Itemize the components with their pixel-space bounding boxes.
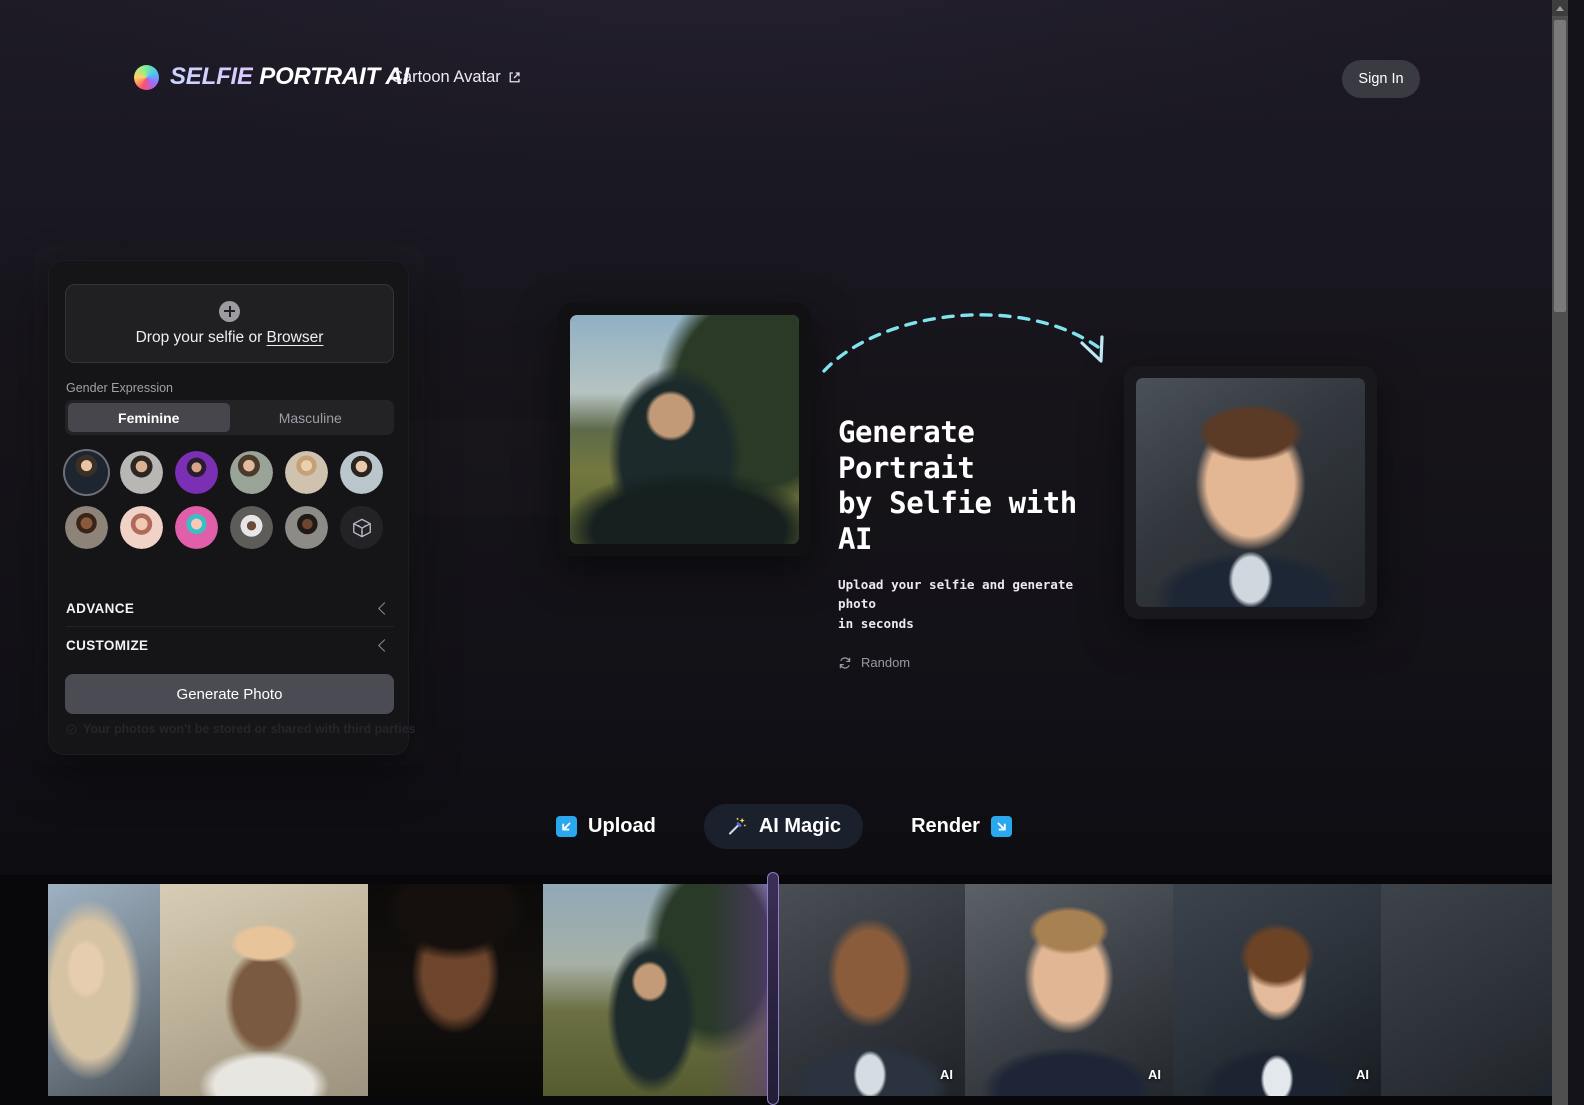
filmstrip-item-ai-man-edge[interactable]	[1381, 884, 1568, 1096]
style-avatar-grid	[65, 451, 395, 561]
random-button[interactable]: Random	[838, 655, 1113, 670]
brand-word-selfie: SELFIE	[170, 63, 253, 90]
tab-render-label: Render	[911, 814, 980, 837]
filmstrip-item-hooded-man-field[interactable]	[543, 884, 775, 1096]
mode-tab-bar: Upload AI Magic Render	[0, 803, 1568, 849]
nav-link-cartoon-avatar[interactable]: Cartoon Avatar	[391, 68, 521, 87]
style-avatar-corporate-headshot-man[interactable]	[65, 451, 108, 494]
before-after-slider-handle[interactable]	[767, 872, 779, 1105]
dice-cube-icon	[352, 518, 371, 537]
page-root: SELFIE PORTRAIT AI Cartoon Avatar Sign I…	[0, 0, 1568, 1105]
brand-logo[interactable]: SELFIE PORTRAIT AI	[134, 63, 409, 91]
style-avatar-astronaut-man[interactable]	[230, 506, 273, 549]
tab-upload[interactable]: Upload	[534, 804, 678, 849]
accordion-customize-label: CUSTOMIZE	[66, 637, 149, 653]
filmstrip-track: AI AI AI	[48, 884, 1568, 1096]
check-circle-icon	[66, 723, 77, 735]
privacy-note-text: Your photos won't be stored or shared wi…	[83, 722, 416, 736]
before-after-filmstrip[interactable]: AI AI AI	[0, 875, 1568, 1105]
flow-arrow-icon	[822, 313, 1104, 373]
nav-link-label: Cartoon Avatar	[391, 68, 501, 86]
gender-option-masculine[interactable]: Masculine	[230, 403, 392, 432]
accordion-advance[interactable]: ADVANCE	[66, 591, 394, 627]
external-link-icon	[509, 72, 520, 83]
result-portrait-card[interactable]	[1124, 366, 1377, 619]
scrollbar-thumb[interactable]	[1554, 20, 1566, 312]
gender-expression-toggle[interactable]: Feminine Masculine	[65, 400, 394, 435]
generate-photo-button[interactable]: Generate Photo	[65, 674, 394, 714]
ai-badge: AI	[1148, 1067, 1161, 1082]
tab-render[interactable]: Render	[889, 804, 1034, 849]
style-avatar-grey-studio-man[interactable]	[120, 451, 163, 494]
dropzone-label: Drop your selfie or Browser	[136, 329, 324, 347]
accordion-customize[interactable]: CUSTOMIZE	[66, 627, 394, 663]
filmstrip-item-ai-man-navy-suit[interactable]: AI	[775, 884, 965, 1096]
page-scrollbar[interactable]	[1552, 0, 1568, 1105]
gender-option-feminine[interactable]: Feminine	[68, 403, 230, 432]
style-avatar-lab-coat-woman[interactable]	[285, 451, 328, 494]
tab-ai-magic-label: AI Magic	[758, 814, 842, 837]
accordion-advance-label: ADVANCE	[66, 601, 135, 616]
filmstrip-item-blonde-woman-city[interactable]	[48, 884, 160, 1096]
brand-wordmark: SELFIE PORTRAIT AI	[170, 63, 409, 91]
tab-upload-label: Upload	[588, 814, 656, 837]
privacy-note: Your photos won't be stored or shared wi…	[66, 722, 416, 736]
filmstrip-item-ai-woman-blazer[interactable]: AI	[1173, 884, 1381, 1096]
plus-icon	[219, 300, 240, 322]
upload-dropzone[interactable]: Drop your selfie or Browser	[65, 284, 394, 363]
result-portrait-image	[1136, 378, 1365, 607]
style-avatar-street-style-woman[interactable]	[285, 506, 328, 549]
dropzone-text: Drop your selfie or	[135, 328, 267, 346]
generator-panel: Drop your selfie or Browser Gender Expre…	[48, 260, 416, 755]
brand-gradient-icon	[134, 64, 159, 90]
style-row	[65, 506, 395, 549]
ai-badge: AI	[1356, 1067, 1369, 1082]
style-avatar-pastel-portrait-woman[interactable]	[120, 506, 163, 549]
scroll-up-arrow-icon[interactable]	[1552, 0, 1568, 16]
ai-badge: AI	[940, 1067, 953, 1082]
hero-copy: Generate Portrait by Selfie with AI Uplo…	[838, 415, 1113, 670]
style-row	[65, 451, 395, 494]
tab-ai-magic[interactable]: AI Magic	[703, 803, 864, 849]
style-avatar-athlete-man[interactable]	[65, 506, 108, 549]
random-label: Random	[861, 655, 911, 671]
chevron-left-icon	[378, 602, 391, 615]
filmstrip-item-man-dreadlocks-dark[interactable]	[368, 884, 543, 1096]
brand-word-portrait-ai: PORTRAIT AI	[259, 63, 410, 90]
filmstrip-item-man-beige-cap[interactable]	[160, 884, 368, 1096]
style-avatar-office-woman-blazer[interactable]	[230, 451, 273, 494]
hero-subtitle: Upload your selfie and generate photo in…	[838, 576, 1074, 631]
source-selfie-image	[570, 315, 799, 544]
upload-tile-icon	[556, 815, 578, 837]
style-avatar-medical-woman[interactable]	[340, 451, 383, 494]
style-avatar-purple-neon-man[interactable]	[175, 451, 218, 494]
style-avatar-festival-colorful-woman[interactable]	[175, 506, 218, 549]
filmstrip-item-ai-blond-man-suit[interactable]: AI	[965, 884, 1173, 1096]
source-selfie-card[interactable]	[558, 303, 811, 556]
background-decor-card	[404, 420, 574, 515]
top-header: SELFIE PORTRAIT AI Cartoon Avatar Sign I…	[0, 0, 1568, 158]
style-avatar-random-dice[interactable]	[340, 506, 383, 549]
refresh-icon	[839, 657, 851, 669]
hero-title: Generate Portrait by Selfie with AI	[838, 415, 1077, 556]
sign-in-button[interactable]: Sign In	[1342, 60, 1420, 98]
browse-link[interactable]: Browser	[267, 329, 324, 346]
render-tile-icon	[990, 815, 1012, 837]
gender-expression-label: Gender Expression	[66, 381, 174, 395]
magic-wand-icon	[728, 817, 747, 835]
chevron-left-icon	[378, 638, 391, 652]
